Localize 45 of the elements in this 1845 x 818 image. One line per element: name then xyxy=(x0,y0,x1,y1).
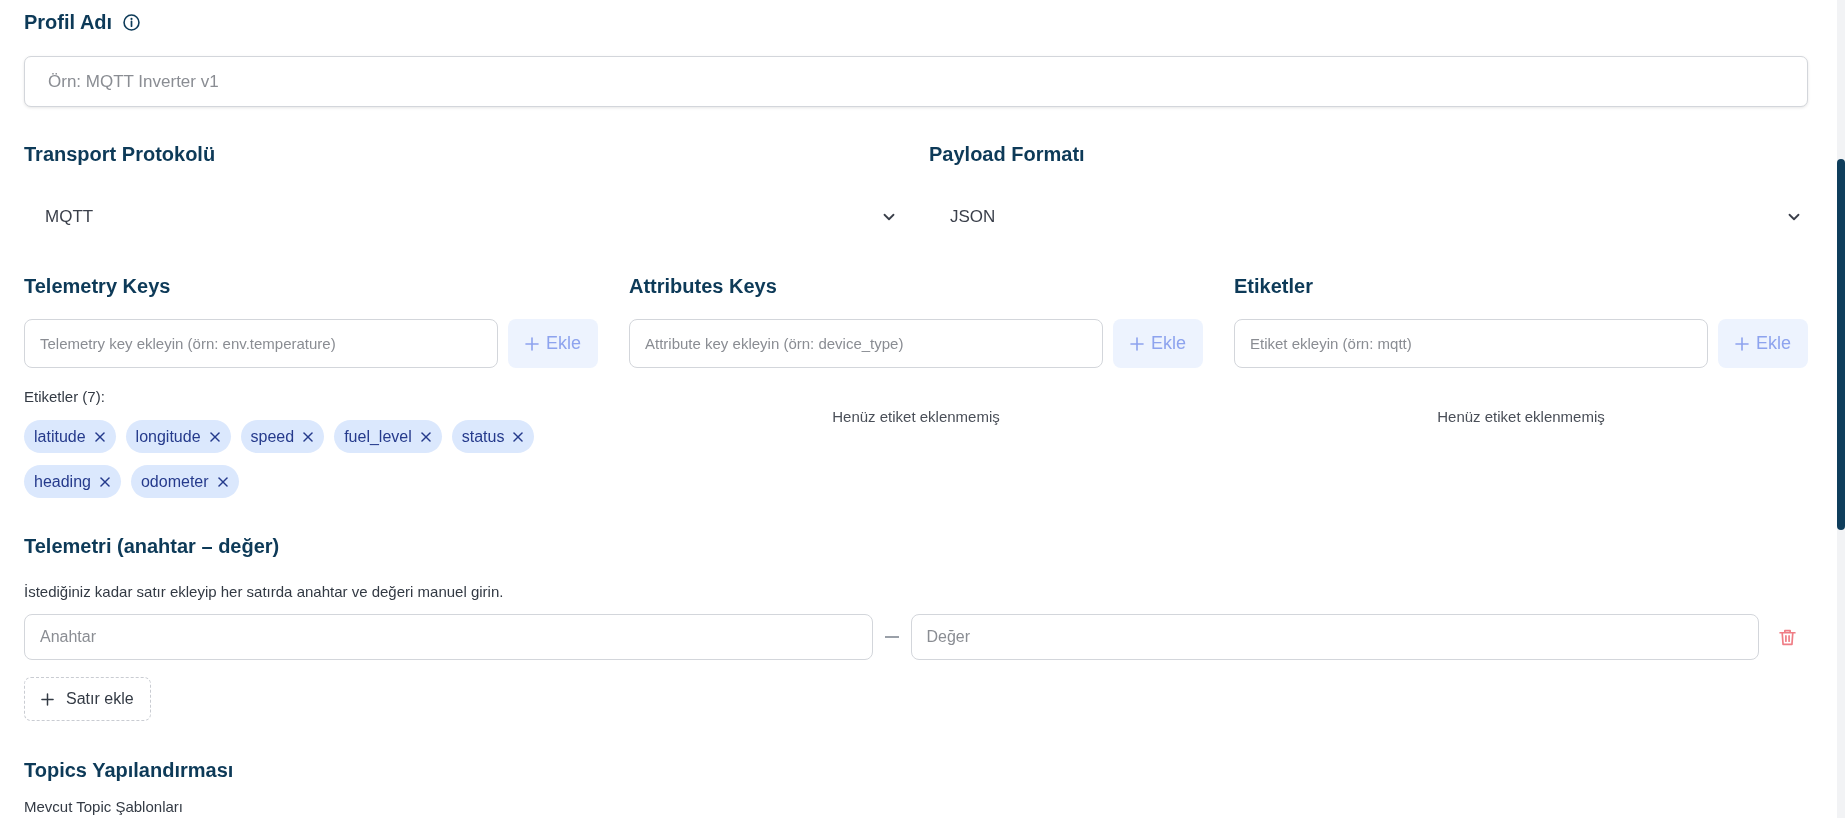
plus-icon xyxy=(1735,336,1749,351)
chevron-down-icon[interactable] xyxy=(883,213,895,221)
close-icon[interactable] xyxy=(303,431,314,442)
select-field[interactable]: JSON xyxy=(929,192,1808,242)
input-field[interactable]: Etiket ekleyin (örn: mqtt) xyxy=(1234,319,1708,368)
close-icon[interactable] xyxy=(94,431,105,442)
close-icon[interactable] xyxy=(217,476,228,487)
section-heading: Telemetri (anahtar – değer) xyxy=(24,534,281,558)
section-heading: Topics Yapılandırması xyxy=(24,758,235,782)
close-icon[interactable] xyxy=(513,431,524,442)
input-field[interactable]: Anahtar xyxy=(24,614,873,660)
tag-label: speed xyxy=(250,427,295,446)
field-label: Payload Formatı xyxy=(929,142,1086,166)
tags-count-label: Etiketler (7): xyxy=(24,387,106,407)
tag-label: odometer xyxy=(140,472,209,491)
select-field[interactable]: MQTT xyxy=(24,192,903,242)
tag-label: heading xyxy=(34,472,91,491)
input-field[interactable]: Telemetry key ekleyin (örn: env.temperature) xyxy=(24,319,498,368)
plus-icon xyxy=(41,692,54,706)
close-icon[interactable] xyxy=(209,431,220,442)
chevron-down-icon[interactable] xyxy=(1788,213,1800,221)
plus-icon xyxy=(525,336,539,351)
add-row-button[interactable]: Satır ekle xyxy=(24,677,151,721)
tag-label: longitude xyxy=(135,427,201,446)
field-label: Telemetry Keys xyxy=(24,274,172,298)
subsection-label: Mevcut Topic Şablonları xyxy=(24,798,184,816)
input-field[interactable]: Attribute key ekleyin (örn: device_type) xyxy=(629,319,1103,368)
empty-state-text: Henüz etiket eklenmemiş xyxy=(1437,407,1605,427)
info-icon[interactable] xyxy=(123,13,141,31)
scrollbar-thumb[interactable] xyxy=(1837,159,1845,530)
trash-icon[interactable] xyxy=(1779,628,1796,646)
input-field[interactable]: Değer xyxy=(910,614,1759,660)
input-field[interactable]: Örn: MQTT Inverter v1 xyxy=(24,56,1808,107)
description-text: İstediğiniz kadar satır ekleyip her satırda anahtar ve değeri manuel girin. xyxy=(24,582,505,602)
close-icon[interactable] xyxy=(420,431,431,442)
field-label: Profil Adı xyxy=(24,10,113,34)
tag-label: status xyxy=(461,427,505,446)
tag-label: latitude xyxy=(34,427,86,446)
plus-icon xyxy=(1130,336,1144,351)
field-label: Transport Protokolü xyxy=(24,142,217,166)
tag-label: fuel_level xyxy=(344,427,412,446)
field-label: Attributes Keys xyxy=(629,274,778,298)
field-label: Etiketler xyxy=(1234,274,1314,298)
close-icon[interactable] xyxy=(99,476,110,487)
empty-state-text: Henüz etiket eklenmemiş xyxy=(832,407,1000,427)
